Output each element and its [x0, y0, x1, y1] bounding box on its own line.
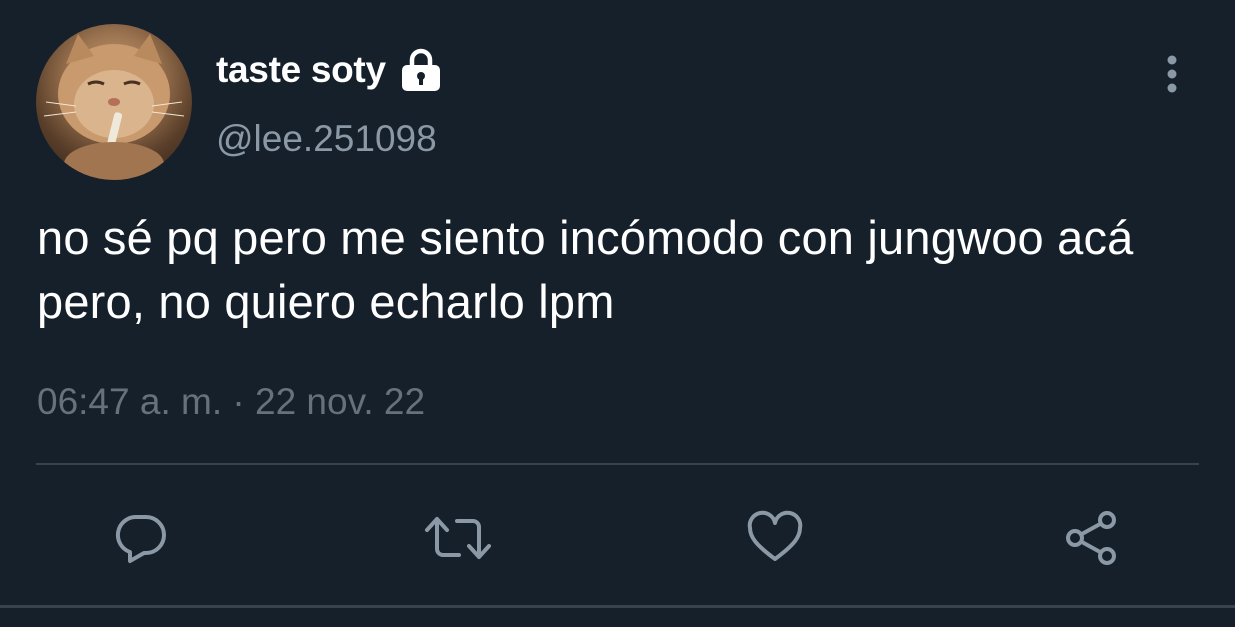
tweet-time: 06:47 a. m.	[37, 381, 223, 422]
share-icon	[1061, 507, 1123, 574]
tweet-timestamp[interactable]: 06:47 a. m. · 22 nov. 22	[37, 381, 425, 423]
retweet-icon	[423, 509, 493, 572]
heart-icon	[746, 509, 804, 572]
more-vertical-icon[interactable]	[1152, 52, 1192, 100]
user-handle[interactable]: @lee.251098	[216, 118, 437, 160]
lock-icon	[398, 47, 444, 93]
display-name-row: taste soty	[216, 46, 444, 94]
like-button[interactable]	[735, 500, 815, 580]
tweet-date: 22 nov. 22	[255, 381, 426, 422]
divider	[36, 463, 1199, 465]
tweet-text: no sé pq pero me siento incómodo con jun…	[37, 211, 1134, 328]
avatar[interactable]	[36, 24, 192, 180]
reply-icon	[112, 509, 170, 572]
reply-button[interactable]	[101, 500, 181, 580]
display-name[interactable]: taste soty	[216, 49, 386, 91]
retweet-button[interactable]	[418, 500, 498, 580]
action-bar	[0, 500, 1235, 580]
bottom-border	[0, 605, 1235, 608]
share-button[interactable]	[1052, 500, 1132, 580]
tweet-card: taste soty @lee.251098 no sé pq pero me …	[0, 0, 1235, 627]
meta-separator: ·	[232, 381, 245, 422]
